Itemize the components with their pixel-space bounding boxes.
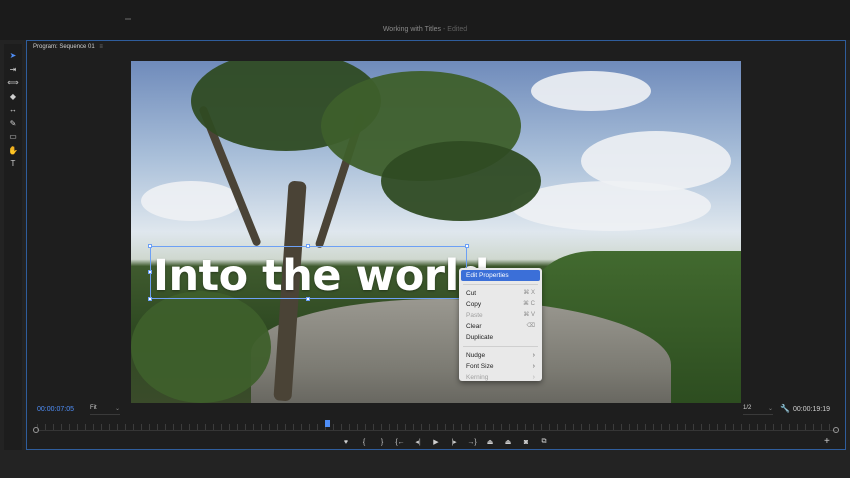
menu-shortcut: ⌫ bbox=[526, 323, 535, 329]
zoom-scrollbar[interactable] bbox=[37, 430, 837, 431]
pen-tool-icon[interactable]: ✎ bbox=[7, 118, 19, 130]
cloud bbox=[531, 71, 651, 111]
current-timecode[interactable]: 00:00:07:05 bbox=[37, 406, 74, 413]
menu-item-clear[interactable]: Clear ⌫ bbox=[459, 321, 542, 332]
rectangle-tool-icon[interactable]: ▭ bbox=[7, 131, 19, 143]
menu-item-copy[interactable]: Copy ⌘ C bbox=[459, 299, 542, 310]
button-editor-plus-icon[interactable]: + bbox=[824, 436, 830, 447]
chevron-right-icon: › bbox=[532, 363, 535, 370]
resize-handle[interactable] bbox=[306, 244, 310, 248]
context-menu: Edit Properties Cut ⌘ X Copy ⌘ C Paste ⌘ V Clea… bbox=[459, 268, 542, 381]
playhead[interactable] bbox=[325, 420, 330, 427]
window-title-text: Working with Titles bbox=[382, 26, 442, 33]
resize-handle[interactable] bbox=[148, 244, 152, 248]
go-to-in-icon[interactable]: {← bbox=[391, 436, 409, 448]
panel-tab[interactable]: Program: Sequence 01 ≡ bbox=[33, 44, 103, 50]
chevron-down-icon: ⌄ bbox=[114, 406, 120, 412]
scroll-start-handle[interactable] bbox=[33, 427, 39, 433]
window-status: Edited bbox=[447, 26, 468, 33]
settings-wrench-icon[interactable]: 🔧 bbox=[780, 404, 790, 413]
chevron-right-icon: › bbox=[532, 352, 535, 359]
menu-separator bbox=[463, 284, 538, 285]
menu-item-cut[interactable]: Cut ⌘ X bbox=[459, 288, 542, 299]
resize-handle[interactable] bbox=[148, 297, 152, 301]
ripple-edit-icon[interactable]: ⟺ bbox=[7, 77, 19, 89]
transport-controls: ♥{} {← ◂| ▶ |▸ →} ⏏ ⏏ ◙ ⧉ bbox=[337, 436, 553, 448]
zoom-value: Fit bbox=[90, 405, 97, 411]
cloud bbox=[141, 181, 241, 221]
compare-view-icon[interactable]: ⧉ bbox=[535, 436, 553, 448]
title-selection-box[interactable] bbox=[148, 244, 469, 301]
title-bar: Working with Titles - Edited bbox=[0, 0, 850, 40]
menu-item-label: Font Size bbox=[466, 363, 494, 370]
menu-item-font-size[interactable]: Font Size › bbox=[459, 361, 542, 372]
menu-item-kerning: Kerning › bbox=[459, 372, 542, 383]
panel-tab-label: Program: Sequence 01 bbox=[33, 44, 95, 50]
tools-panel: ➤ ⇥ ⟺ ◆ ↔ ✎ ▭ ✋ T bbox=[4, 44, 22, 450]
panel-menu-icon[interactable]: ≡ bbox=[99, 44, 103, 50]
resolution-select[interactable]: 1/2 ⌄ bbox=[743, 405, 773, 415]
window-title: Working with Titles - Edited bbox=[382, 26, 468, 33]
foliage bbox=[131, 291, 271, 403]
add-marker-icon[interactable]: ♥ bbox=[337, 436, 355, 448]
scroll-end-handle[interactable] bbox=[833, 427, 839, 433]
window-control[interactable] bbox=[125, 18, 131, 20]
lift-icon[interactable]: ⏏ bbox=[481, 436, 499, 448]
menu-separator bbox=[463, 346, 538, 347]
go-to-out-icon[interactable]: →} bbox=[463, 436, 481, 448]
menu-item-edit-properties[interactable]: Edit Properties bbox=[461, 270, 540, 281]
menu-item-duplicate[interactable]: Duplicate bbox=[459, 332, 542, 343]
step-forward-icon[interactable]: |▸ bbox=[445, 436, 463, 448]
resize-handle[interactable] bbox=[465, 244, 469, 248]
step-back-icon[interactable]: ◂| bbox=[409, 436, 427, 448]
menu-item-label: Kerning bbox=[466, 374, 489, 381]
slip-tool-icon[interactable]: ↔ bbox=[7, 104, 19, 116]
zoom-select[interactable]: Fit ⌄ bbox=[90, 405, 120, 415]
chevron-right-icon: › bbox=[532, 374, 535, 381]
menu-item-label: Clear bbox=[466, 323, 482, 330]
export-frame-icon[interactable]: ◙ bbox=[517, 436, 535, 448]
resolution-value: 1/2 bbox=[743, 405, 752, 411]
cloud bbox=[511, 181, 711, 231]
extract-icon[interactable]: ⏏ bbox=[499, 436, 517, 448]
menu-item-label: Nudge bbox=[466, 352, 486, 359]
resize-handle[interactable] bbox=[148, 270, 152, 274]
program-monitor: Program: Sequence 01 ≡ Into the world 00… bbox=[26, 40, 846, 450]
duration-timecode: 00:00:19:19 bbox=[793, 406, 830, 413]
menu-item-label: Duplicate bbox=[466, 334, 494, 341]
menu-shortcut: ⌘ X bbox=[523, 290, 535, 296]
menu-shortcut: ⌘ C bbox=[523, 301, 535, 307]
menu-shortcut: ⌘ V bbox=[523, 312, 535, 318]
type-tool-icon[interactable]: T bbox=[7, 158, 19, 170]
razor-tool-icon[interactable]: ◆ bbox=[7, 91, 19, 103]
menu-item-nudge[interactable]: Nudge › bbox=[459, 350, 542, 361]
video-frame[interactable]: Into the world bbox=[131, 61, 741, 403]
mark-out-icon[interactable]: } bbox=[373, 436, 391, 448]
track-select-icon[interactable]: ⇥ bbox=[7, 64, 19, 76]
menu-item-label: Edit Properties bbox=[466, 272, 509, 279]
hand-tool-icon[interactable]: ✋ bbox=[7, 145, 19, 157]
resize-handle[interactable] bbox=[306, 297, 310, 301]
menu-item-label: Copy bbox=[466, 301, 482, 308]
menu-item-paste: Paste ⌘ V bbox=[459, 310, 542, 321]
menu-item-label: Cut bbox=[466, 290, 477, 297]
foliage bbox=[381, 141, 541, 221]
menu-item-label: Paste bbox=[466, 312, 483, 319]
selection-tool-icon[interactable]: ➤ bbox=[7, 50, 19, 62]
chevron-down-icon: ⌄ bbox=[767, 406, 773, 412]
mark-in-icon[interactable]: { bbox=[355, 436, 373, 448]
play-icon[interactable]: ▶ bbox=[427, 436, 445, 448]
